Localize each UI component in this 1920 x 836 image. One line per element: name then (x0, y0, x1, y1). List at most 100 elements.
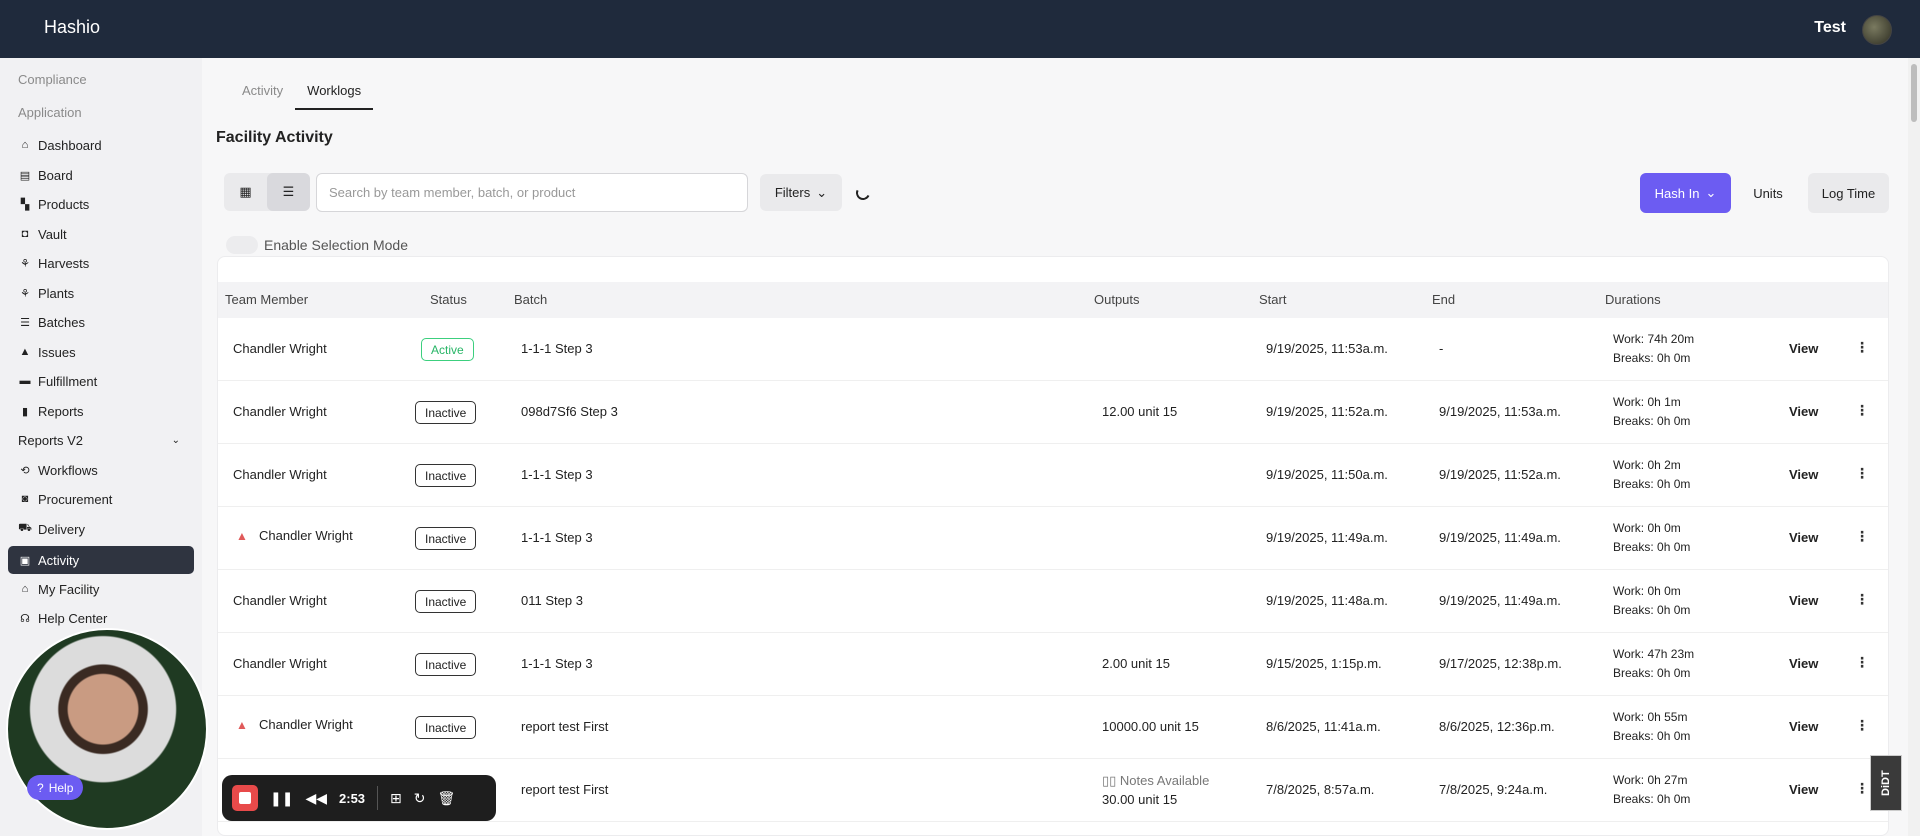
sidebar-item-vault[interactable]: ◘ Vault (8, 220, 194, 248)
help-button[interactable]: ? Help (27, 775, 84, 800)
sidebar-item-fulfillment[interactable]: ▬ Fulfillment (8, 367, 194, 395)
chevron-down-icon: ⌄ (1705, 185, 1717, 200)
sidebar-item-workflows[interactable]: ⟲ Workflows (8, 456, 194, 484)
more-options-icon[interactable]: ⋮ (1855, 339, 1869, 356)
sidebar-item-reports[interactable]: ▮ Reports (8, 397, 194, 425)
end-time: 9/19/2025, 11:49a.m. (1439, 530, 1561, 545)
more-options-icon[interactable]: ⋮ (1855, 528, 1869, 545)
team-member: Chandler Wright (233, 404, 327, 419)
book-icon: ▯▯ (1102, 773, 1120, 788)
headset-icon: ☊ (20, 612, 30, 625)
table-row[interactable]: Chandler Wright Inactive 1-1-1 Step 3 9/19/… (218, 444, 1888, 507)
start-time: 9/15/2025, 1:15p.m. (1266, 656, 1382, 671)
status-badge: Inactive (415, 590, 477, 613)
more-options-icon[interactable]: ⋮ (1855, 780, 1869, 797)
more-options-icon[interactable]: ⋮ (1855, 402, 1869, 419)
view-button[interactable]: View (1789, 467, 1818, 482)
sidebar-item-board[interactable]: ▤ Board (8, 161, 194, 189)
col-outputs: Outputs (1094, 292, 1140, 307)
units-button[interactable]: Units (1740, 173, 1796, 213)
list-view-icon[interactable]: ☰ (267, 173, 310, 211)
user-avatar[interactable] (1862, 15, 1892, 45)
status-badge: Inactive (415, 527, 477, 550)
sidebar-item-reports-v2[interactable]: Reports V2 ⌄ (8, 426, 194, 454)
tab-worklogs[interactable]: Worklogs (295, 83, 374, 110)
tab-activity[interactable]: Activity (230, 83, 295, 110)
stop-recording-button[interactable] (232, 785, 258, 811)
end-time: 9/19/2025, 11:49a.m. (1439, 593, 1561, 608)
sidebar-section-compliance[interactable]: Compliance (18, 72, 87, 87)
filters-button[interactable]: Filters ⌄ (760, 174, 842, 211)
more-options-icon[interactable]: ⋮ (1855, 591, 1869, 608)
bar-chart-icon: ▮ (21, 405, 29, 418)
restart-icon[interactable]: ↻ (414, 790, 426, 807)
table-row[interactable]: Chandler Wright Inactive 098d7Sf6 Step 3 12… (218, 381, 1888, 444)
user-name[interactable]: Test (1814, 19, 1846, 37)
harvest-icon: ⚘ (20, 257, 30, 270)
end-time: 8/6/2025, 12:36p.m. (1439, 719, 1555, 734)
more-options-icon[interactable]: ⋮ (1855, 465, 1869, 482)
sidebar-item-harvests[interactable]: ⚘ Harvests (8, 249, 194, 277)
col-status: Status (430, 292, 467, 307)
table-row[interactable]: Chandler Wright Inactive 011 Step 3 9/19/20… (218, 570, 1888, 633)
view-button[interactable]: View (1789, 341, 1818, 356)
table-row[interactable]: ▲ Chandler Wright Inactive 1-1-1 Step 3 9/19… (218, 507, 1888, 570)
sidebar-item-label: Workflows (38, 462, 98, 478)
sidebar-item-activity[interactable]: ▣ Activity (8, 546, 194, 574)
end-time: 9/17/2025, 12:38p.m. (1439, 656, 1562, 671)
log-time-button[interactable]: Log Time (1808, 173, 1889, 213)
team-member: Chandler Wright (233, 593, 327, 608)
table-row[interactable]: ▲ Chandler Wright Inactive report test Firs… (218, 696, 1888, 759)
view-button[interactable]: View (1789, 593, 1818, 608)
help-circle-icon: ? (37, 780, 44, 795)
view-button[interactable]: View (1789, 656, 1818, 671)
view-button[interactable]: View (1789, 530, 1818, 545)
break-duration: Breaks: 0h 0m (1613, 351, 1691, 365)
workflow-icon: ⟲ (20, 464, 30, 477)
sidebar-item-my-facility[interactable]: ⌂ My Facility (8, 575, 194, 603)
sidebar-item-label: Harvests (38, 255, 90, 271)
table-row[interactable]: Chandler Wright Active 1-1-1 Step 3 9/19/20… (218, 318, 1888, 381)
sidebar-item-dashboard[interactable]: ⌂ Dashboard (8, 131, 194, 159)
rewind-icon[interactable]: ◀◀ (305, 790, 327, 807)
watermark-badge: DiDT (1870, 755, 1902, 811)
selection-mode-toggle[interactable] (226, 236, 258, 254)
work-duration: Work: 0h 0m (1613, 521, 1681, 535)
sidebar-item-label: Products (38, 196, 90, 212)
sidebar-item-products[interactable]: ▚ Products (8, 190, 194, 218)
start-time: 7/8/2025, 8:57a.m. (1266, 782, 1375, 797)
sidebar-item-procurement[interactable]: ◙ Procurement (8, 485, 194, 513)
grid-icon[interactable]: ⊞ (390, 790, 402, 807)
table-row[interactable]: Chandler Wright Inactive 1-1-1 Step 3 2.00 … (218, 633, 1888, 696)
sidebar-item-label: Vault (38, 226, 67, 242)
more-options-icon[interactable]: ⋮ (1855, 654, 1869, 671)
view-button[interactable]: View (1789, 404, 1818, 419)
status-badge: Inactive (415, 716, 477, 739)
vault-icon: ◘ (21, 228, 29, 240)
activity-icon: ▣ (19, 554, 31, 567)
batches-icon: ☰ (20, 316, 30, 329)
trash-icon[interactable]: 🗑 (438, 790, 456, 807)
chevron-down-icon: ⌄ (171, 434, 180, 446)
grid-view-icon[interactable]: ▦ (224, 173, 267, 211)
view-button[interactable]: View (1789, 782, 1818, 797)
sidebar-section-application[interactable]: Application (18, 105, 82, 120)
outputs: 30.00 unit 15 (1102, 792, 1178, 807)
sidebar-item-delivery[interactable]: ⛟ Delivery (8, 515, 194, 543)
app-brand[interactable]: Hashio (44, 17, 100, 38)
break-duration: Breaks: 0h 0m (1613, 729, 1691, 743)
more-options-icon[interactable]: ⋮ (1855, 717, 1869, 734)
pause-icon[interactable]: ❚❚ (270, 790, 293, 807)
col-batch: Batch (514, 292, 548, 307)
hash-in-button[interactable]: Hash In ⌄ (1640, 173, 1731, 213)
sidebar-item-label: Plants (38, 285, 75, 301)
work-duration: Work: 0h 27m (1613, 773, 1688, 787)
scrollbar-thumb[interactable] (1911, 64, 1917, 122)
sidebar-item-issues[interactable]: ▲ Issues (8, 338, 194, 366)
search-input[interactable] (316, 173, 748, 212)
sidebar-item-plants[interactable]: ⚘ Plants (8, 279, 194, 307)
view-button[interactable]: View (1789, 719, 1818, 734)
sidebar-item-batches[interactable]: ☰ Batches (8, 308, 194, 336)
status-badge: Active (421, 338, 474, 361)
scrollbar[interactable] (1908, 58, 1920, 836)
